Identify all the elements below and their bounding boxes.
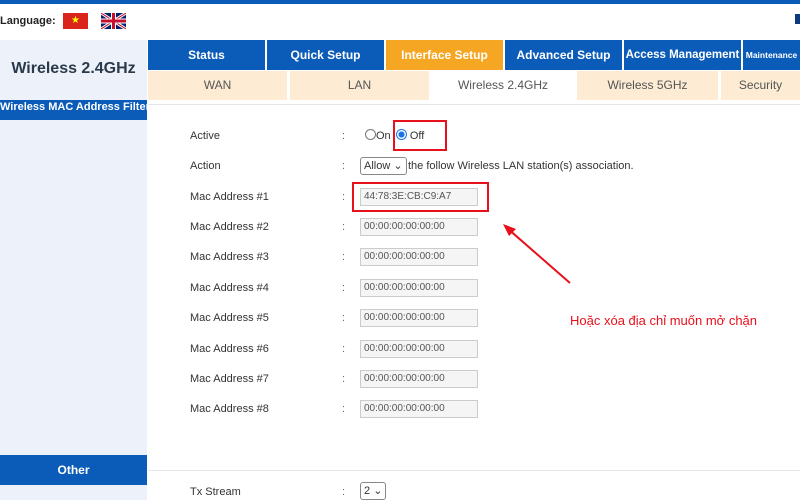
annotation-text: Hoặc xóa địa chỉ muốn mở chặn — [570, 313, 758, 328]
annotation-arrow-icon — [503, 224, 571, 284]
